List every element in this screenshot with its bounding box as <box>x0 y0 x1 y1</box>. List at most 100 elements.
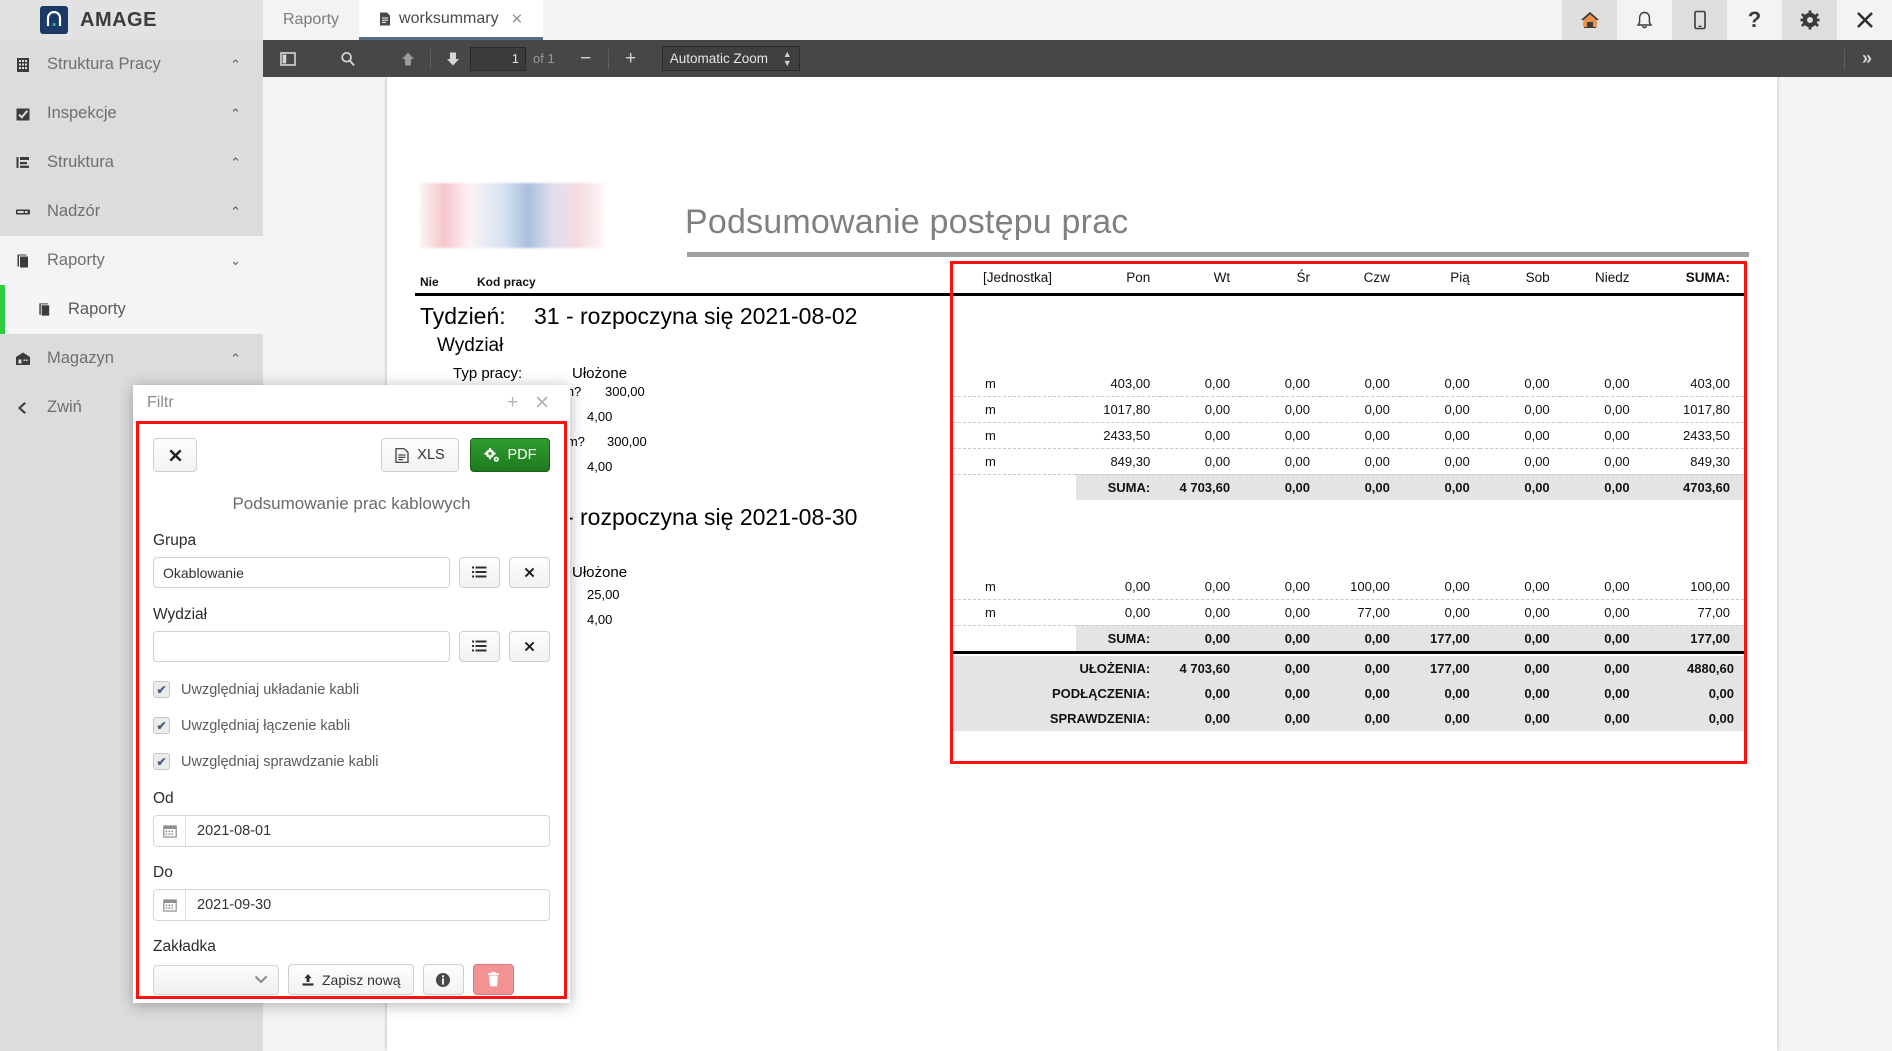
grupa-list-button[interactable] <box>459 557 500 588</box>
save-new-bookmark-button[interactable]: Zapisz nową <box>288 964 414 995</box>
sidebar-item-struktura-pracy[interactable]: Struktura Pracy ⌃ <box>0 40 263 89</box>
info-button[interactable] <box>423 964 464 995</box>
wydzial-control-row <box>153 631 550 662</box>
delete-bookmark-button[interactable] <box>473 964 514 995</box>
page-count-label: of 1 <box>533 51 555 66</box>
sidebar-item-magazyn[interactable]: Magazyn ⌃ <box>0 334 263 383</box>
cell-value: 0,00 <box>1240 625 1320 652</box>
more-tools-icon[interactable]: » <box>1850 45 1884 73</box>
chevron-up-icon: ⌃ <box>230 351 241 367</box>
zakladka-select[interactable] <box>153 965 279 995</box>
bell-icon[interactable] <box>1617 0 1672 40</box>
close-filter-button[interactable] <box>153 438 197 472</box>
warehouse-icon <box>12 351 34 367</box>
table-row: m 2433,50 0,00 0,00 0,00 0,00 0,00 0,00 … <box>953 422 1744 448</box>
close-icon[interactable]: ✕ <box>526 392 558 415</box>
toolbar-divider <box>608 49 609 69</box>
col-unit: [Jednostka] <box>953 264 1076 295</box>
do-date-field[interactable]: 2021-09-30 <box>153 889 550 921</box>
cell-value: 0,00 <box>1240 474 1320 500</box>
mobile-icon[interactable] <box>1672 0 1727 40</box>
row-qty: 300,00 <box>607 434 647 449</box>
export-pdf-button[interactable]: PDF <box>470 438 550 472</box>
sidebar-toggle-icon[interactable] <box>271 45 305 73</box>
total-label: SPRAWDZENIA: <box>953 706 1160 731</box>
col-niedz: Niedz <box>1560 264 1640 295</box>
arrow-up-icon[interactable] <box>391 45 425 73</box>
export-xls-button[interactable]: XLS <box>381 438 459 472</box>
cogs-icon <box>484 448 500 463</box>
cell-unit: m <box>953 396 1076 422</box>
tab-raporty[interactable]: Raporty <box>263 0 359 40</box>
add-icon[interactable]: + <box>499 392 526 414</box>
close-icon[interactable]: ✕ <box>511 10 524 28</box>
week-label: Tydzień: <box>420 303 506 330</box>
chevron-down-icon: ⌄ <box>230 253 241 269</box>
cell-value: 0,00 <box>1076 599 1161 625</box>
wydzial-list-button[interactable] <box>459 631 500 662</box>
checkbox-row-ukladanie[interactable]: ✔ Uwzględniaj układanie kabli <box>153 681 550 698</box>
checkbox-row-laczenie[interactable]: ✔ Uwzględniaj łączenie kabli <box>153 717 550 734</box>
week-value: 31 - rozpoczyna się 2021-08-02 <box>534 303 857 330</box>
brand-logo-area: AMAGE <box>0 0 263 40</box>
cell-value: 0,00 <box>1320 625 1400 652</box>
checkbox-row-sprawdzanie[interactable]: ✔ Uwzględniaj sprawdzanie kabli <box>153 753 550 770</box>
search-icon[interactable] <box>331 45 365 73</box>
sidebar-item-label: Inspekcje <box>47 104 217 123</box>
cell-value: 0,00 <box>1480 681 1560 706</box>
sidebar-item-raporty[interactable]: Raporty ⌄ <box>0 236 263 285</box>
checkbox-icon[interactable]: ✔ <box>153 753 170 770</box>
sidebar-item-inspekcje[interactable]: Inspekcje ⌃ <box>0 89 263 138</box>
zoom-level-select[interactable]: Automatic Zoom ▲▼ <box>662 46 800 71</box>
cell-value: 0,00 <box>1560 706 1640 731</box>
grupa-input[interactable]: Okablowanie <box>153 557 450 588</box>
cell-value: 0,00 <box>1560 371 1640 397</box>
sidebar-subitem-raporty[interactable]: Raporty <box>0 285 263 334</box>
grupa-clear-button[interactable] <box>509 557 550 588</box>
page-number-input[interactable]: 1 <box>470 47 526 71</box>
worktype-value: Ułożone <box>572 365 627 382</box>
cell-value: 0,00 <box>1320 681 1400 706</box>
cell-value: 0,00 <box>1400 422 1480 448</box>
document-icon <box>12 253 34 269</box>
cell-sum: 4880,60 <box>1640 656 1744 681</box>
od-date-value: 2021-08-01 <box>186 823 271 839</box>
zoom-in-button[interactable]: + <box>614 45 648 73</box>
cell-value: 77,00 <box>1320 599 1400 625</box>
sidebar-item-label: Struktura <box>47 153 217 172</box>
filter-dialog-title: Filtr <box>147 394 499 412</box>
gear-icon[interactable] <box>1782 0 1837 40</box>
arrow-down-icon[interactable] <box>436 45 470 73</box>
checkbox-icon[interactable]: ✔ <box>153 717 170 734</box>
wydzial-label: Wydział <box>153 606 550 624</box>
worktype-value: Ułożone <box>572 564 627 581</box>
home-icon[interactable] <box>1562 0 1617 40</box>
help-icon[interactable]: ? <box>1727 0 1782 40</box>
zakladka-control-row: Zapisz nową <box>153 964 550 995</box>
upload-icon <box>301 973 315 987</box>
wydzial-input[interactable] <box>153 631 450 662</box>
cell-sum: 849,30 <box>1640 448 1744 474</box>
table-row: m 849,30 0,00 0,00 0,00 0,00 0,00 0,00 8… <box>953 448 1744 474</box>
od-date-field[interactable]: 2021-08-01 <box>153 815 550 847</box>
pdf-page: Podsumowanie postępu prac Nie Kod pracy … <box>387 77 1777 1051</box>
cell-value: 0,00 <box>1240 422 1320 448</box>
brand-name: AMAGE <box>80 9 157 32</box>
cell-sum: 0,00 <box>1640 681 1744 706</box>
cell-value: 0,00 <box>1320 448 1400 474</box>
checkbox-icon[interactable]: ✔ <box>153 681 170 698</box>
cell-unit: m <box>953 448 1076 474</box>
topbar-spacer <box>543 0 1562 40</box>
tab-worksummary[interactable]: worksummary ✕ <box>359 0 543 40</box>
zoom-out-button[interactable]: − <box>569 45 603 73</box>
hierarchy-icon <box>12 155 34 171</box>
sidebar-item-nadzor[interactable]: Nadzór ⌃ <box>0 187 263 236</box>
wydzial-clear-button[interactable] <box>509 631 550 662</box>
cell-value: 0,00 <box>1160 396 1240 422</box>
od-label: Od <box>153 790 550 808</box>
close-icon[interactable] <box>1837 0 1892 40</box>
cell-value: 0,00 <box>1240 396 1320 422</box>
cell-value: 0,00 <box>1560 681 1640 706</box>
data-table: [Jednostka] Pon Wt Śr Czw Pią Sob Niedz … <box>953 264 1744 731</box>
sidebar-item-struktura[interactable]: Struktura ⌃ <box>0 138 263 187</box>
